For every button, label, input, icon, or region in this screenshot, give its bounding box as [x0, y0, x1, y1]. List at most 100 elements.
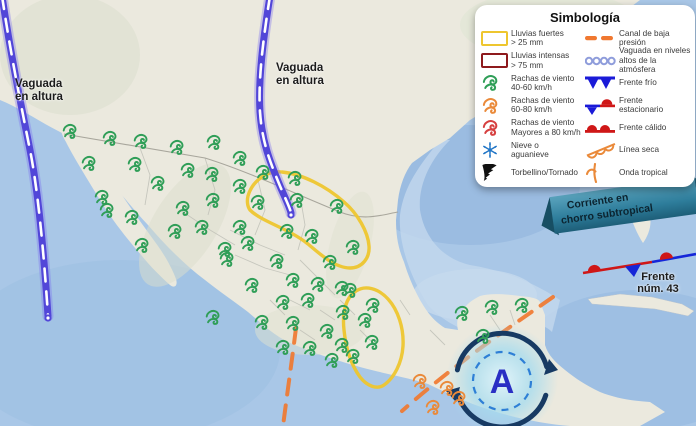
wind-gust-green-icon: [171, 141, 183, 154]
upper-trough-icon: [585, 54, 619, 68]
wind-gust-green-icon: [366, 336, 378, 349]
snow-icon: [481, 141, 511, 159]
front-label-line2: núm. 43: [626, 283, 690, 295]
wind-gust-green-icon: [256, 316, 268, 329]
legend-label: > 75 mm: [511, 61, 569, 70]
wind-gust-green-icon: [234, 180, 246, 193]
legend-label: Mayores a 80 km/h: [511, 128, 581, 137]
legend-label: Onda tropical: [619, 168, 668, 177]
gust-orange-icon: [481, 96, 511, 115]
gust-green-icon: [481, 73, 511, 92]
vaguada-west-line1: Vaguada: [15, 78, 63, 91]
legend-label: Frente cálido: [619, 123, 666, 132]
dry-line-icon: [585, 141, 619, 159]
wind-gust-green-icon: [234, 152, 246, 165]
legend-label: 60-80 km/h: [511, 105, 574, 114]
legend-label: Nieve o: [511, 141, 549, 150]
gust-red-icon: [481, 118, 511, 137]
legend-row-cold-front: Frente frío: [585, 72, 691, 94]
wind-gust-green-icon: [359, 314, 371, 327]
wind-gust-orange-icon: [441, 382, 453, 395]
wind-gust-green-icon: [312, 278, 324, 291]
florida-tip: [628, 205, 651, 243]
wind-gust-green-icon: [177, 202, 189, 215]
wind-gust-green-icon: [257, 166, 269, 179]
wind-gust-green-icon: [207, 311, 219, 324]
wind-gust-green-icon: [152, 177, 164, 190]
wind-gust-green-icon: [206, 168, 218, 181]
legend-row-tropical-wave: Onda tropical: [585, 161, 691, 183]
wind-gust-green-icon: [126, 211, 138, 224]
warm-front-icon: [585, 121, 619, 134]
vaguada-lines: [2, 0, 294, 321]
wind-gust-green-icon: [207, 194, 219, 207]
heavy-rain-swatch: [481, 31, 511, 46]
wind-gust-green-icon: [456, 307, 468, 320]
wind-gust-green-icon: [337, 306, 349, 319]
wind-gust-green-icon: [208, 136, 220, 149]
legend-row-gust-green: Rachas de viento40-60 km/h: [481, 72, 585, 94]
wind-gust-green-icon: [477, 330, 489, 343]
wind-gust-green-icon: [271, 255, 283, 268]
heavy-rain-regions: [247, 172, 403, 387]
vaguada-west-line2: en altura: [15, 91, 63, 104]
wind-gust-green-icon: [321, 325, 333, 338]
legend-title: Simbología: [475, 10, 695, 25]
legend-row-warm-front: Frente cálido: [585, 117, 691, 139]
wind-gust-layer: [64, 125, 528, 414]
wind-gust-green-icon: [324, 256, 336, 269]
wind-gust-green-icon: [304, 342, 316, 355]
wind-gust-green-icon: [104, 132, 116, 145]
wind-gust-green-icon: [331, 200, 343, 213]
wind-gust-green-icon: [287, 274, 299, 287]
jet-ribbon-line2: chorro subtropical: [560, 202, 654, 227]
wind-gust-green-icon: [281, 225, 293, 238]
wind-gust-green-icon: [234, 221, 246, 234]
wind-gust-green-icon: [219, 243, 231, 256]
legend-label: estacionario: [619, 105, 663, 114]
legend-label: Vaguada en niveles: [619, 46, 691, 55]
legend-row-intense-rain: Lluvias intensas> 75 mm: [481, 49, 585, 71]
wind-gust-green-icon: [135, 135, 147, 148]
legend-row-heavy-rain: Lluvias fuertes> 25 mm: [481, 27, 585, 49]
legend-label: Línea seca: [619, 145, 659, 154]
wind-gust-green-icon: [242, 237, 254, 250]
wind-gust-green-icon: [336, 282, 348, 295]
cuba: [588, 294, 694, 316]
legend-panel: Simbología Lluvias fuertes> 25 mm Lluvia…: [475, 5, 695, 187]
wind-gust-green-icon: [96, 191, 108, 204]
weather-map: A Corriente en chorro subtropical Vaguad…: [0, 0, 696, 426]
wind-gust-green-icon: [367, 299, 379, 312]
legend-row-gust-orange: Rachas de viento60-80 km/h: [481, 94, 585, 116]
legend-label: Rachas de viento: [511, 96, 574, 105]
legend-label: Canal de baja: [619, 29, 670, 38]
cold-front-icon: [585, 75, 619, 90]
vaguada-center-line1: Vaguada: [276, 62, 324, 75]
anticyclone-letter: A: [490, 363, 515, 401]
legend-label: altos de la atmósfera: [619, 56, 691, 75]
legend-label: Lluvias intensas: [511, 51, 569, 60]
wind-gust-green-icon: [182, 164, 194, 177]
wind-gust-green-icon: [252, 196, 264, 209]
wind-gust-green-icon: [136, 239, 148, 252]
legend-row-dry-line: Línea seca: [585, 139, 691, 161]
wind-gust-orange-icon: [427, 401, 439, 414]
legend-label: Rachas de viento: [511, 118, 581, 127]
vaguada-center-label: Vaguada en altura: [276, 62, 324, 87]
jet-ribbon-line1: Corriente en: [566, 191, 629, 211]
front-label-line1: Frente: [626, 271, 690, 283]
legend-label: > 25 mm: [511, 38, 564, 47]
front-number-label: Frente núm. 43: [626, 271, 690, 295]
wind-gust-green-icon: [347, 350, 359, 363]
legend-row-upper-trough: Vaguada en nivelesaltos de la atmósfera: [585, 49, 691, 71]
wind-gust-green-icon: [336, 339, 348, 352]
wind-gust-green-icon: [129, 158, 141, 171]
wind-gust-green-icon: [302, 294, 314, 307]
state-borders: [140, 148, 515, 345]
baja-peninsula: [61, 125, 176, 287]
vaguada-west-label: Vaguada en altura: [15, 78, 63, 103]
low-pressure-channels: [283, 171, 567, 426]
legend-label: Frente: [619, 96, 663, 105]
wind-gust-green-icon: [277, 296, 289, 309]
wind-gust-green-icon: [83, 157, 95, 170]
